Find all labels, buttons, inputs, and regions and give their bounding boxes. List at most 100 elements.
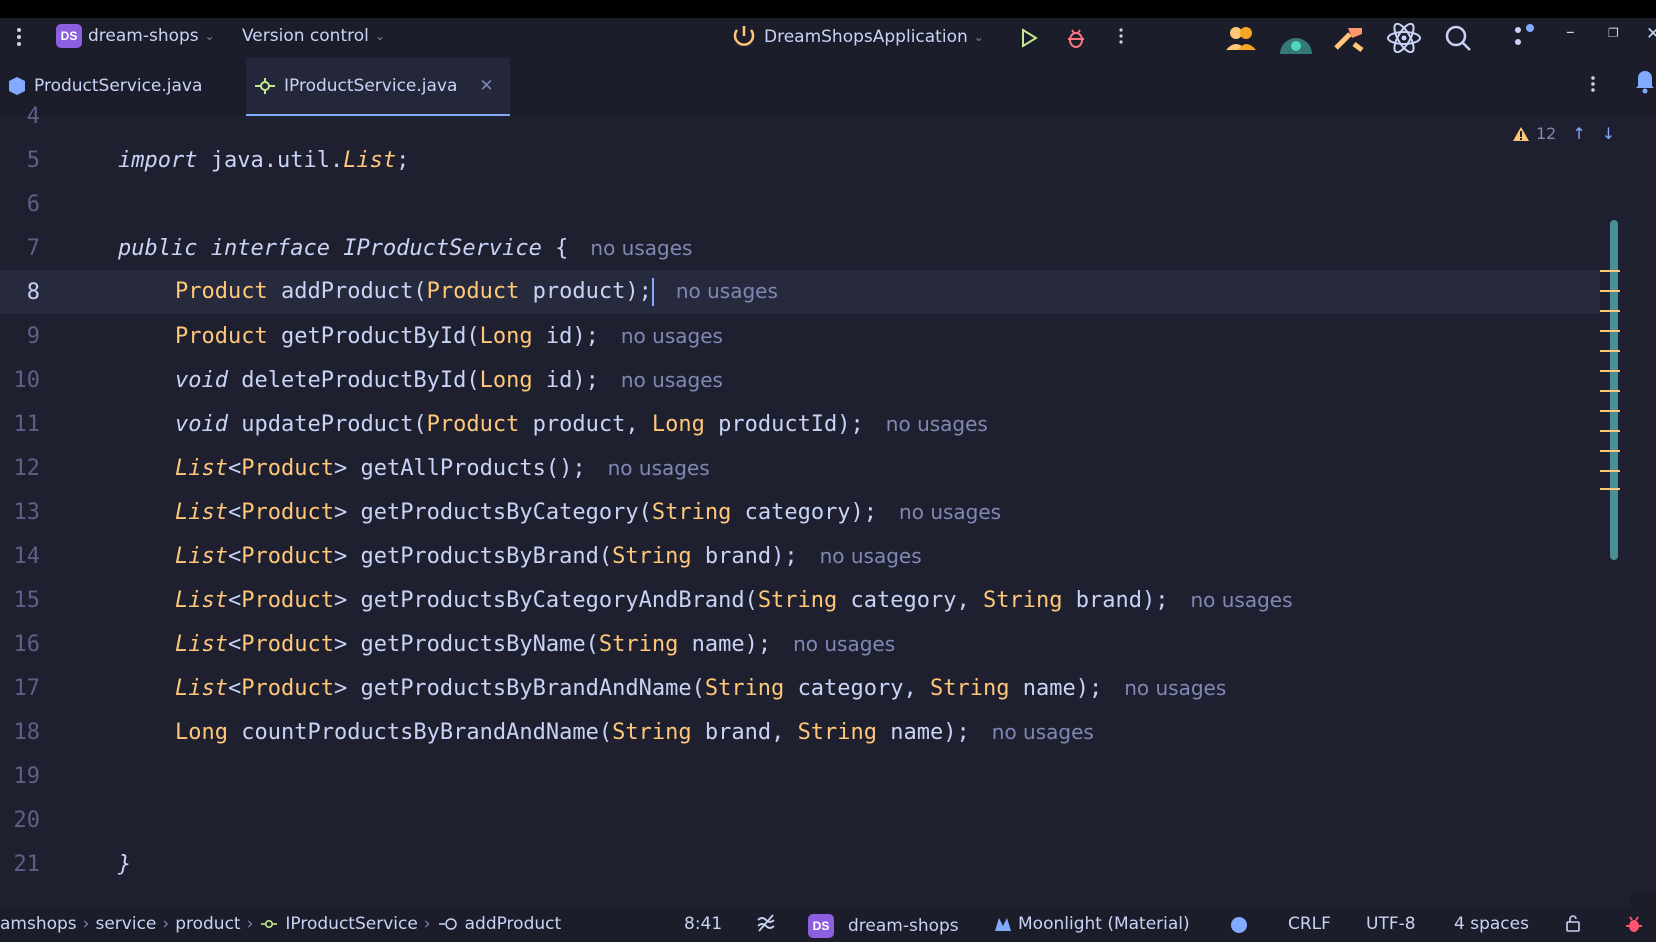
indent-setting[interactable]: 4 spaces [1454, 914, 1529, 934]
breadcrumb-item[interactable]: service [95, 914, 156, 934]
status-bar: amshops › service › product › IProductSe… [0, 908, 1656, 942]
error-stripe-mark[interactable] [1600, 270, 1620, 272]
interface-icon [255, 78, 275, 94]
code-line: 19 [0, 754, 1600, 798]
code-line: 11 void updateProduct(Product product, L… [0, 402, 1600, 446]
error-stripe-mark[interactable] [1600, 488, 1620, 490]
usage-hint[interactable]: no usages [793, 632, 895, 656]
search-icon[interactable] [1444, 24, 1472, 52]
vcs-menu[interactable]: Version control ⌄ [242, 26, 385, 46]
error-stripe-mark[interactable] [1600, 470, 1620, 472]
run-config-selector[interactable]: DreamShopsApplication ⌄ [730, 24, 984, 50]
power-save-icon[interactable] [756, 914, 776, 932]
line-number: 17 [13, 675, 41, 701]
error-stripe-mark[interactable] [1600, 450, 1620, 452]
project-name: dream-shops [848, 916, 959, 936]
code-line: 10 void deleteProductById(Long id); no us… [0, 358, 1600, 402]
tab-label: ProductService.java [34, 76, 203, 96]
code-line: 13 List<Product> getProductsByCategory(S… [0, 490, 1600, 534]
run-icon[interactable] [1020, 28, 1038, 48]
breadcrumb-item[interactable]: addProduct [465, 914, 562, 934]
breadcrumb: amshops › service › product › IProductSe… [0, 914, 561, 934]
line-number: 7 [26, 235, 40, 261]
code-editor[interactable]: 12 ↑ ↓ 4 5 import java.util.List; 6 7 pu… [0, 104, 1656, 892]
usage-hint[interactable]: no usages [676, 279, 778, 303]
breadcrumb-item[interactable]: amshops [0, 914, 77, 934]
minimize-icon[interactable]: – [1566, 22, 1575, 42]
theme-name: Moonlight (Material) [1018, 914, 1190, 934]
usage-hint[interactable]: no usages [621, 368, 723, 392]
usage-hint[interactable]: no usages [590, 236, 692, 260]
close-tab-icon[interactable]: ✕ [479, 76, 493, 96]
breadcrumb-item[interactable]: IProductService [285, 914, 417, 934]
code-with-me-icon[interactable] [1224, 24, 1258, 52]
chevron-right-icon: › [82, 914, 90, 934]
usage-hint[interactable]: no usages [899, 500, 1001, 524]
usage-hint[interactable]: no usages [820, 544, 922, 568]
error-stripe-mark[interactable] [1600, 290, 1620, 292]
code-line: 15 List<Product> getProductsByCategoryAn… [0, 578, 1600, 622]
project-badge: DS [808, 914, 834, 938]
code-line: 14 List<Product> getProductsByBrand(Stri… [0, 534, 1600, 578]
main-menu-icon[interactable] [14, 26, 24, 48]
error-stripe-mark[interactable] [1600, 350, 1620, 352]
error-stripe-mark[interactable] [1600, 370, 1620, 372]
line-number: 8 [26, 279, 40, 305]
code-line-current: 8 Product addProduct(Product product); no… [0, 270, 1600, 314]
file-encoding[interactable]: UTF-8 [1366, 914, 1416, 934]
usage-hint[interactable]: no usages [608, 456, 710, 480]
line-number: 18 [13, 719, 41, 745]
error-stripe-mark[interactable] [1600, 410, 1620, 412]
line-number: 4 [26, 103, 40, 129]
line-number: 6 [26, 191, 40, 217]
code-line: 18 Long countProductsByBrandAndName(Stri… [0, 710, 1600, 754]
usage-hint[interactable]: no usages [621, 324, 723, 348]
build-tools-icon[interactable] [1332, 24, 1366, 52]
usage-hint[interactable]: no usages [1124, 676, 1226, 700]
error-stripe-mark[interactable] [1600, 310, 1620, 312]
method-icon [438, 918, 457, 930]
debug-icon[interactable] [1066, 27, 1086, 49]
chevron-down-icon: ⌄ [374, 29, 385, 43]
usage-hint[interactable]: no usages [992, 720, 1094, 744]
caret-position[interactable]: 8:41 [684, 914, 722, 934]
lock-icon[interactable] [1565, 914, 1581, 932]
screen-top-bar [0, 0, 1656, 18]
usage-hint[interactable]: no usages [1190, 588, 1292, 612]
project-selector[interactable]: DS dream-shops ⌄ [56, 24, 215, 48]
java-class-icon [9, 77, 25, 95]
settings-icon[interactable] [1510, 22, 1538, 50]
code-line: 20 [0, 798, 1600, 842]
line-number: 20 [13, 807, 41, 833]
code-line: 4 [0, 94, 1600, 138]
error-stripe-mark[interactable] [1600, 330, 1620, 332]
code-line: 9 Product getProductById(Long id); no usa… [0, 314, 1600, 358]
run-config-icon [733, 26, 755, 46]
react-plugin-icon[interactable] [1386, 23, 1422, 53]
line-number: 15 [13, 587, 41, 613]
project-widget[interactable]: DS dream-shops [808, 914, 959, 938]
line-number: 21 [13, 851, 41, 877]
theme-color-icon[interactable] [1230, 916, 1248, 934]
title-bar: DS dream-shops ⌄ Version control ⌄ Dream… [0, 18, 1656, 58]
close-window-icon[interactable]: ✕ [1646, 24, 1656, 44]
breadcrumb-item[interactable]: product [175, 914, 240, 934]
line-number: 11 [13, 411, 41, 437]
code-line: 16 List<Product> getProductsByName(Strin… [0, 622, 1600, 666]
line-number: 14 [13, 543, 41, 569]
notifications-icon[interactable] [1634, 68, 1656, 98]
next-highlight-icon[interactable]: ↓ [1602, 124, 1615, 143]
line-number: 5 [26, 147, 40, 173]
more-actions-icon[interactable] [1118, 26, 1124, 46]
restore-icon[interactable]: ❐ [1608, 26, 1619, 40]
project-name: dream-shops [88, 26, 199, 46]
material-theme-icon [995, 918, 1011, 931]
line-separator[interactable]: CRLF [1288, 914, 1331, 934]
chevron-down-icon: ⌄ [204, 29, 215, 43]
error-stripe-mark[interactable] [1600, 390, 1620, 392]
theme-widget[interactable]: Moonlight (Material) [994, 914, 1190, 934]
usage-hint[interactable]: no usages [886, 412, 988, 436]
ai-assistant-icon[interactable] [1278, 24, 1314, 54]
error-report-icon[interactable] [1624, 914, 1644, 934]
error-stripe-mark[interactable] [1600, 430, 1620, 432]
